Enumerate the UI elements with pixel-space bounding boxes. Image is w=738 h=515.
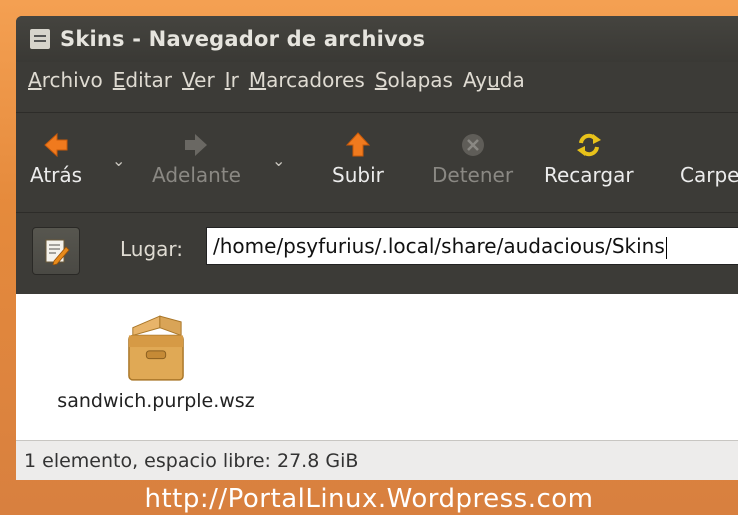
window-title: Skins - Navegador de archivos — [60, 27, 426, 51]
computer-label: Carpe — [680, 163, 738, 187]
location-toggle-button[interactable] — [32, 227, 80, 275]
location-input[interactable]: /home/psyfurius/.local/share/audacious/S… — [206, 227, 738, 265]
up-button[interactable]: Subir — [332, 131, 384, 187]
menu-ayuda[interactable]: Ayuda — [463, 68, 525, 92]
menu-solapas[interactable]: Solapas — [375, 68, 453, 92]
file-browser-window: Skins - Navegador de archivos Archivo Ed… — [16, 16, 738, 480]
reload-label: Recargar — [544, 163, 634, 187]
location-path-text: /home/psyfurius/.local/share/audacious/S… — [213, 234, 665, 258]
menu-ver[interactable]: Ver — [182, 68, 215, 92]
forward-arrow-icon — [185, 134, 208, 156]
up-label: Subir — [332, 163, 384, 187]
title-bar[interactable]: Skins - Navegador de archivos — [16, 16, 738, 62]
forward-button[interactable]: Adelante — [152, 131, 241, 187]
computer-icon — [680, 131, 708, 159]
back-history-chevron-icon[interactable]: ⌄ — [112, 151, 125, 170]
forward-history-chevron-icon[interactable]: ⌄ — [272, 151, 285, 170]
watermark-text: http://PortalLinux.Wordpress.com — [144, 484, 594, 514]
stop-button[interactable]: Detener — [432, 131, 513, 187]
up-arrow-icon — [345, 132, 371, 157]
menu-editar[interactable]: Editar — [113, 68, 172, 92]
file-item[interactable]: sandwich.purple.wsz — [36, 314, 276, 412]
file-view[interactable]: sandwich.purple.wsz — [16, 294, 738, 440]
package-icon — [128, 315, 184, 381]
stop-label: Detener — [432, 163, 514, 187]
menu-archivo[interactable]: Archivo — [28, 68, 103, 92]
menu-marcadores[interactable]: Marcadores — [249, 68, 365, 92]
computer-button[interactable]: Carpe — [680, 131, 738, 187]
location-label: Lugar: — [120, 237, 184, 261]
location-bar: Lugar: /home/psyfurius/.local/share/auda… — [16, 212, 738, 298]
reload-icon — [576, 133, 601, 157]
reload-button[interactable]: Recargar — [544, 131, 634, 187]
status-bar: 1 elemento, espacio libre: 27.8 GiB — [16, 440, 738, 480]
forward-label: Adelante — [152, 163, 241, 187]
window-icon — [30, 29, 50, 49]
file-name: sandwich.purple.wsz — [57, 390, 255, 412]
edit-location-icon — [45, 239, 70, 265]
text-caret — [665, 236, 667, 259]
back-arrow-icon — [44, 132, 68, 158]
stop-icon — [461, 134, 484, 156]
toolbar: Atrás ⌄ Adelante ⌄ Subir Detener Recarga… — [16, 112, 738, 209]
menu-ir[interactable]: Ir — [225, 68, 239, 92]
back-button[interactable]: Atrás — [30, 131, 82, 187]
back-label: Atrás — [30, 163, 83, 187]
menu-bar: Archivo Editar Ver Ir Marcadores Solapas… — [16, 62, 738, 98]
